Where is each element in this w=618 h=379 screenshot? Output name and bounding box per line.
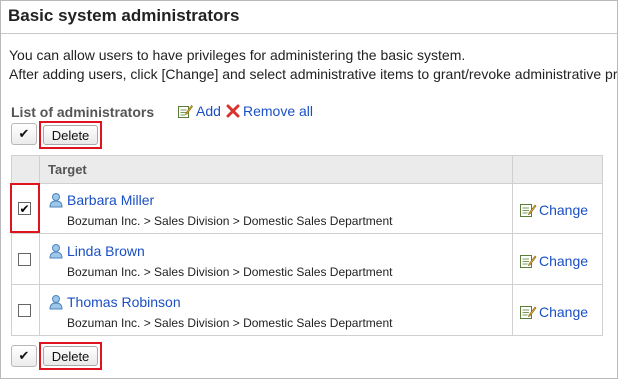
remove-all-x-icon xyxy=(226,104,240,118)
select-all-toggle-bottom[interactable]: ✔ xyxy=(11,345,37,367)
change-link[interactable]: Change xyxy=(519,202,588,218)
delete-button-top[interactable]: Delete xyxy=(43,125,98,145)
change-link[interactable]: Change xyxy=(519,253,588,269)
remove-all-label: Remove all xyxy=(243,103,314,119)
admin-panel: Basic system administrators You can allo… xyxy=(0,0,618,379)
change-edit-icon xyxy=(520,204,537,217)
user-icon xyxy=(49,193,63,208)
organization-path: Bozuman Inc. > Sales Division > Domestic… xyxy=(67,214,393,228)
select-all-toggle-top[interactable]: ✔ xyxy=(11,123,37,145)
remove-all-link[interactable]: Remove all xyxy=(226,103,313,119)
user-name-link[interactable]: Thomas Robinson xyxy=(67,294,181,310)
user-icon xyxy=(49,244,63,259)
add-link[interactable]: Add xyxy=(177,103,221,119)
delete-label: Delete xyxy=(51,127,90,143)
table-row: ✔ Barbara Miller Bozuman Inc. > Sales Di… xyxy=(10,183,602,234)
description: You can allow users to have privileges f… xyxy=(9,46,618,84)
check-mark-icon: ✔ xyxy=(18,126,30,141)
change-edit-icon xyxy=(520,306,537,319)
change-link[interactable]: Change xyxy=(519,304,588,320)
organization-path: Bozuman Inc. > Sales Division > Domestic… xyxy=(67,316,393,330)
add-label: Add xyxy=(196,103,221,119)
change-label: Change xyxy=(539,202,589,218)
title-divider xyxy=(1,33,617,34)
delete-button-bottom[interactable]: Delete xyxy=(43,346,98,366)
highlight-box-checkbox xyxy=(10,183,40,233)
table-header: Target xyxy=(12,156,602,184)
description-line-2: After adding users, click [Change] and s… xyxy=(9,66,618,82)
delete-label: Delete xyxy=(51,348,90,364)
column-header-target: Target xyxy=(48,162,87,177)
change-label: Change xyxy=(539,253,589,269)
user-name-link[interactable]: Barbara Miller xyxy=(67,192,154,208)
user-icon xyxy=(49,295,63,310)
change-edit-icon xyxy=(520,255,537,268)
administrators-table: Target ✔ Barbara Miller Bozuman Inc. > S… xyxy=(10,155,603,336)
table-row: Thomas Robinson Bozuman Inc. > Sales Div… xyxy=(12,285,602,335)
row-checkbox[interactable] xyxy=(18,253,31,266)
list-heading: List of administrators xyxy=(11,104,155,120)
description-line-1: You can allow users to have privileges f… xyxy=(9,47,466,63)
check-mark-icon: ✔ xyxy=(18,348,30,363)
page-title: Basic system administrators xyxy=(8,6,240,25)
add-icon xyxy=(178,104,193,118)
table-row: Linda Brown Bozuman Inc. > Sales Divisio… xyxy=(12,234,602,285)
user-name-link[interactable]: Linda Brown xyxy=(67,243,145,259)
row-checkbox[interactable] xyxy=(18,304,31,317)
organization-path: Bozuman Inc. > Sales Division > Domestic… xyxy=(67,265,393,279)
change-label: Change xyxy=(539,304,589,320)
